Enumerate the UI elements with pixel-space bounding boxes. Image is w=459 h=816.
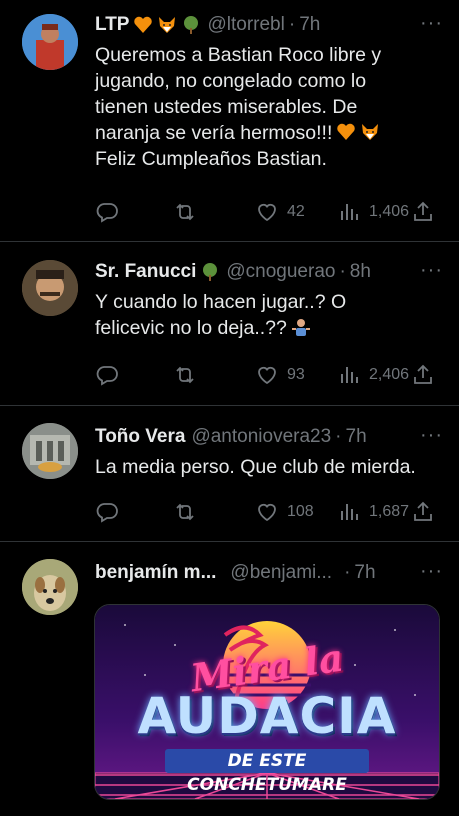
retweet-icon xyxy=(176,503,194,521)
views-button[interactable]: 2,406 xyxy=(337,363,409,387)
tweet-header: Toño Vera @antoniovera23 · 7h ··· xyxy=(95,424,443,450)
share-button[interactable] xyxy=(411,200,435,224)
reply-icon xyxy=(96,366,118,386)
separator-dot: · xyxy=(344,562,351,583)
orange-heart-icon xyxy=(133,15,153,35)
view-count: 1,687 xyxy=(369,503,410,520)
avatar[interactable] xyxy=(22,260,78,316)
tweet-3[interactable]: Toño Vera @antoniovera23 · 7h ··· La med… xyxy=(0,406,459,542)
tweet-1[interactable]: LTP @ltorrebl · 7h ··· Queremos a Bastia… xyxy=(0,0,459,242)
orange-heart-icon xyxy=(336,122,356,142)
display-name[interactable]: Toño Vera xyxy=(95,426,185,448)
timestamp[interactable]: 7h xyxy=(299,14,320,36)
separator-dot: · xyxy=(335,426,342,447)
tweet-text-line: Queremos a Bastian Roco libre y xyxy=(95,44,382,66)
tweet-2[interactable]: Sr. Fanucci @cnoguerao · 8h ··· Y cuando… xyxy=(0,242,459,406)
more-options-icon[interactable]: ··· xyxy=(420,424,443,447)
reply-icon xyxy=(96,503,118,523)
tweet-text-line: tienen ustedes miserables. De xyxy=(95,96,358,118)
share-icon xyxy=(414,501,432,521)
share-button[interactable] xyxy=(411,363,435,387)
tweet-text-line: felicevic no lo deja..?? xyxy=(95,315,443,341)
retweet-icon xyxy=(176,366,194,384)
heart-icon xyxy=(258,203,276,222)
view-count: 1,406 xyxy=(369,203,410,220)
avatar[interactable] xyxy=(22,423,78,479)
view-count: 2,406 xyxy=(369,366,410,383)
timestamp[interactable]: 7h xyxy=(346,426,367,448)
tweet-4[interactable]: benjamín m... @benjami... · 7h ··· Mira … xyxy=(0,542,459,816)
tweet-text-line: Y cuando lo hacen jugar..? O xyxy=(95,291,347,313)
like-count: 93 xyxy=(287,366,305,383)
heart-icon xyxy=(258,366,276,385)
share-icon xyxy=(414,201,432,221)
retweet-button[interactable] xyxy=(173,500,197,524)
views-button[interactable]: 1,687 xyxy=(337,500,409,524)
tweet-text-segment: naranja se vería hermoso!!! xyxy=(95,122,333,144)
more-options-icon[interactable]: ··· xyxy=(420,560,443,583)
views-chart-icon xyxy=(341,204,358,220)
handle[interactable]: @ltorrebl xyxy=(207,14,284,36)
timestamp[interactable]: 8h xyxy=(350,261,371,283)
retweet-icon xyxy=(176,203,194,221)
tweet-text-line: La media perso. Que club de mierda. xyxy=(95,456,416,478)
reply-button[interactable] xyxy=(95,200,119,224)
like-count: 42 xyxy=(287,203,305,220)
tweet-text-line: Feliz Cumpleaños Bastian. xyxy=(95,148,327,170)
more-options-icon[interactable]: ··· xyxy=(420,12,443,35)
separator-dot: · xyxy=(339,261,346,282)
tweet-text-segment: felicevic no lo deja..?? xyxy=(95,317,287,339)
retweet-button[interactable] xyxy=(173,363,197,387)
like-count: 108 xyxy=(287,503,314,520)
tree-icon xyxy=(181,15,201,35)
reply-icon xyxy=(96,203,118,223)
like-button[interactable]: 42 xyxy=(255,200,305,224)
tree-icon xyxy=(200,262,220,282)
handle[interactable]: @antoniovera23 xyxy=(191,426,331,448)
like-button[interactable]: 108 xyxy=(255,500,314,524)
heart-icon xyxy=(258,503,276,522)
display-name[interactable]: LTP xyxy=(95,14,129,36)
avatar[interactable] xyxy=(22,14,78,70)
tweet-text: Queremos a Bastian Roco libre y jugando,… xyxy=(95,42,443,172)
more-options-icon[interactable]: ··· xyxy=(420,259,443,282)
tweet-text: Y cuando lo hacen jugar..? O felicevic n… xyxy=(95,289,443,341)
like-button[interactable]: 93 xyxy=(255,363,305,387)
views-button[interactable]: 1,406 xyxy=(337,200,409,224)
views-chart-icon xyxy=(341,504,358,520)
tweet-header: Sr. Fanucci @cnoguerao · 8h ··· xyxy=(95,259,443,285)
display-name[interactable]: Sr. Fanucci xyxy=(95,261,196,283)
media-text-middle: AUDACIA xyxy=(137,687,397,745)
timestamp[interactable]: 7h xyxy=(354,562,375,584)
handle[interactable]: @cnoguerao xyxy=(226,261,335,283)
media-text-bottom: DE ESTE CONCHETUMARE xyxy=(165,749,369,795)
fox-icon xyxy=(360,122,380,142)
views-chart-icon xyxy=(341,367,358,383)
person-shrugging-icon xyxy=(291,317,311,337)
handle[interactable]: @benjami... xyxy=(230,562,332,584)
retweet-button[interactable] xyxy=(173,200,197,224)
avatar[interactable] xyxy=(22,559,78,615)
reply-button[interactable] xyxy=(95,363,119,387)
share-icon xyxy=(414,364,432,384)
share-button[interactable] xyxy=(411,500,435,524)
tweet-text: La media perso. Que club de mierda. xyxy=(95,454,443,480)
display-name[interactable]: benjamín m... xyxy=(95,562,216,584)
fox-icon xyxy=(157,15,177,35)
separator-dot: · xyxy=(288,14,296,35)
reply-button[interactable] xyxy=(95,500,119,524)
tweet-header: LTP @ltorrebl · 7h ··· xyxy=(95,12,443,38)
tweet-media[interactable]: Mira la AUDACIA DE ESTE CONCHETUMARE xyxy=(94,604,440,800)
tweet-text-line: naranja se vería hermoso!!! xyxy=(95,120,443,146)
tweet-text-line: jugando, no congelado como lo xyxy=(95,70,367,92)
tweet-header: benjamín m... @benjami... · 7h ··· xyxy=(95,560,443,586)
